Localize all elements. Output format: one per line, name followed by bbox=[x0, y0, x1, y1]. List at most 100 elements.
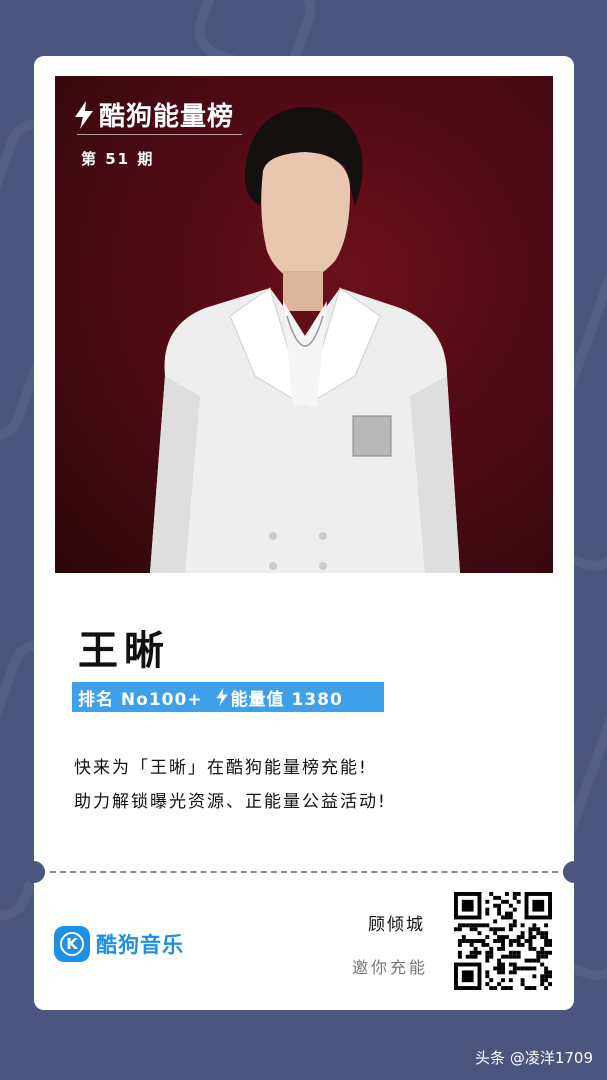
qr-module bbox=[516, 899, 521, 904]
rank-bar: 排名 No100+ 能量值 1380 bbox=[72, 682, 384, 712]
qr-module bbox=[532, 935, 537, 940]
qr-module bbox=[501, 970, 505, 975]
qr-module bbox=[457, 923, 462, 928]
qr-module bbox=[528, 942, 533, 947]
qr-module bbox=[536, 954, 541, 959]
qr-module bbox=[520, 923, 525, 928]
qr-module bbox=[512, 970, 517, 975]
qr-code[interactable] bbox=[454, 892, 552, 990]
qr-module bbox=[504, 911, 509, 916]
qr-module bbox=[544, 931, 549, 936]
qr-module bbox=[504, 935, 509, 940]
qr-module bbox=[508, 939, 513, 943]
qr-module bbox=[501, 927, 505, 932]
qr-module bbox=[520, 931, 525, 936]
qr-module bbox=[493, 939, 498, 943]
qr-module bbox=[469, 927, 474, 932]
qr-module bbox=[497, 939, 502, 943]
qr-module bbox=[512, 919, 517, 924]
qr-module bbox=[497, 962, 502, 967]
qr-module bbox=[540, 982, 545, 987]
qr-module bbox=[469, 923, 474, 928]
qr-module bbox=[485, 942, 490, 947]
qr-module bbox=[544, 970, 549, 975]
qr-module bbox=[465, 954, 470, 959]
qr-module bbox=[548, 942, 552, 947]
qr-module bbox=[485, 958, 490, 963]
qr-module bbox=[465, 923, 470, 928]
qr-module bbox=[457, 942, 462, 947]
qr-module bbox=[457, 927, 462, 932]
qr-module bbox=[516, 950, 521, 955]
qr-module bbox=[457, 954, 462, 959]
qr-module bbox=[501, 939, 505, 943]
qr-module bbox=[489, 927, 494, 932]
qr-module bbox=[508, 954, 513, 959]
qr-module bbox=[528, 946, 533, 951]
qr-module bbox=[497, 911, 502, 916]
qr-module bbox=[489, 892, 494, 896]
qr-module bbox=[473, 946, 478, 951]
qr-module bbox=[520, 935, 525, 940]
qr-module bbox=[524, 986, 529, 990]
rank-text: 排名 No100+ bbox=[78, 689, 203, 710]
qr-module bbox=[520, 982, 525, 987]
qr-module bbox=[508, 978, 513, 983]
qr-module bbox=[481, 939, 486, 943]
qr-module bbox=[485, 911, 490, 916]
qr-module bbox=[469, 939, 474, 943]
qr-module bbox=[544, 966, 549, 971]
qr-module bbox=[508, 903, 513, 908]
qr-module bbox=[489, 954, 494, 959]
qr-module bbox=[544, 978, 549, 983]
energy-text: 能量值 1380 bbox=[230, 689, 343, 710]
qr-module bbox=[532, 986, 537, 990]
ticket-divider bbox=[50, 871, 558, 873]
qr-module bbox=[477, 950, 482, 955]
qr-module bbox=[512, 962, 517, 967]
qr-module bbox=[473, 950, 478, 955]
qr-module bbox=[497, 903, 502, 908]
qr-module bbox=[532, 974, 537, 979]
qr-module bbox=[548, 974, 552, 979]
qr-module bbox=[540, 954, 545, 959]
qr-module bbox=[536, 950, 541, 955]
qr-module bbox=[524, 958, 529, 963]
qr-module bbox=[485, 954, 490, 959]
watermark: 头条 @凌洋1709 bbox=[475, 1049, 593, 1067]
qr-module bbox=[532, 923, 537, 928]
qr-module bbox=[493, 895, 498, 900]
qr-module bbox=[544, 939, 549, 943]
qr-module bbox=[485, 899, 490, 904]
qr-module bbox=[485, 950, 490, 955]
qr-module bbox=[532, 966, 537, 971]
description: 快来为「王晰」在酷狗能量榜充能! 助力解锁曝光资源、正能量公益活动! bbox=[74, 751, 387, 819]
qr-module bbox=[493, 986, 498, 990]
qr-module bbox=[540, 931, 545, 936]
qr-finder bbox=[461, 899, 474, 912]
kugou-logo-letter: K bbox=[60, 932, 84, 956]
qr-module bbox=[508, 950, 513, 955]
qr-module bbox=[548, 982, 552, 987]
qr-module bbox=[501, 942, 505, 947]
qr-module bbox=[512, 892, 517, 896]
qr-module bbox=[540, 935, 545, 940]
qr-module bbox=[528, 958, 533, 963]
qr-module bbox=[461, 939, 466, 943]
description-line: 快来为「王晰」在酷狗能量榜充能! bbox=[74, 758, 368, 778]
qr-module bbox=[540, 962, 545, 967]
qr-module bbox=[477, 923, 482, 928]
qr-module bbox=[516, 935, 521, 940]
qr-module bbox=[528, 966, 533, 971]
qr-module bbox=[493, 931, 498, 936]
qr-module bbox=[548, 970, 552, 975]
qr-module bbox=[528, 927, 533, 932]
qr-module bbox=[469, 950, 474, 955]
qr-module bbox=[493, 903, 498, 908]
ticket-notch-left bbox=[23, 861, 45, 883]
qr-module bbox=[528, 939, 533, 943]
qr-module bbox=[501, 966, 505, 971]
qr-module bbox=[508, 927, 513, 932]
artist-name: 王晰 bbox=[78, 627, 170, 674]
qr-module bbox=[473, 927, 478, 932]
